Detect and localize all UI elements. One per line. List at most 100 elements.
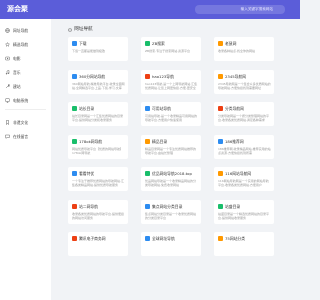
site-card[interactable]: 站盛目录 站盛目录是一个精选优质网站的目录平台,提供网站收录服务: [214, 199, 274, 224]
site-card[interactable]: 优品网站导航2018.top 优品网站导航是一个收录精品网站的分类导航网站,免费收…: [141, 167, 201, 191]
site-logo-icon: [145, 106, 150, 111]
site-card-title: 116网站导航网: [225, 171, 252, 176]
site-logo-icon: [218, 203, 223, 209]
tool-icon: [5, 83, 10, 88]
site-logo-icon: [145, 41, 150, 46]
site-card[interactable]: 186推荐网 186推荐网,收录精品网站,推荐实用的站点资源,方便快捷找到所需: [214, 134, 274, 159]
sidebar-divider: [5, 109, 46, 110]
sidebar-item-movie[interactable]: 电影: [0, 54, 51, 62]
site-card-title: 腾讯电子商务网: [79, 236, 106, 241]
site-card-description: 分类导航网是一个按分类整理网站的平台,收录各类优质网站,满足各种需求: [218, 114, 270, 123]
site-card-title: ZB搜索: [152, 41, 165, 46]
site-card-description: 站长目录网是一个汇集优质网站的目录平台,提供网站分类和收录服务: [72, 114, 124, 123]
site-card[interactable]: 站二网导航 收录各类优质网站的导航平台,提供便捷的网站访问服务: [68, 199, 128, 224]
search-placeholder: 输入关键字搜索网站: [240, 7, 273, 11]
site-card-title: 186推荐网: [225, 138, 244, 144]
chat-icon: [5, 134, 10, 139]
site-card-header: 全球网址导航: [145, 236, 199, 241]
site-card-description: ZB搜索,专注于搜索网站,资源平台: [145, 49, 191, 53]
site-card[interactable]: ZB搜索 ZB搜索,专注于搜索网站,资源平台: [141, 37, 201, 61]
site-card[interactable]: hao123导航 hao123导航,是一个上网导航网站,汇集优质网站,让您上网更快…: [141, 69, 201, 94]
sidebar: 网址导航 精选导航 电影 音乐 建站 电脑系统 非遗文化 在线留言: [0, 19, 51, 300]
globe-icon: [68, 28, 72, 32]
site-card[interactable]: 精品目录 精品目录网是一个专注优质网站推荐的导航平台,由站长整理: [141, 134, 201, 159]
music-icon: [5, 69, 10, 74]
site-card-title: 站二网导航: [79, 203, 98, 209]
sidebar-item-music[interactable]: 音乐: [0, 68, 51, 76]
site-card[interactable]: 集点网站分类目录集点网站分类目录是一个收录优质网站的分类目录平台: [141, 199, 201, 224]
site-card[interactable]: 老鼠网收录各种站点,找全你的网站: [214, 37, 274, 61]
site-card-description: 2345导航网是一个集合众多优质网站的导航网站,方便快捷找到需要网址: [218, 81, 271, 90]
site-card[interactable]: 站长目录站长目录网是一个汇集优质网站的目录平台,提供网站分类和收录服务: [68, 102, 128, 126]
site-card-description: 186推荐网,收录精品网站,推荐实用的站点资源,方便快捷找到所需: [218, 146, 271, 155]
site-card-description: 一个专注于推荐优质网站的导航网站,汇集各类精品网站,提供优质导航服务: [72, 179, 124, 188]
site-card[interactable]: 2345导航网 2345导航网是一个集合众多优质网站的导航网站,方便快捷找到需要网…: [214, 69, 274, 94]
site-card-description: 360网站导航,精准导航平台,收录全面网站,全网精选平台,上品,下载,学习,文库: [72, 81, 125, 90]
site-card-title: 2345导航网: [225, 73, 247, 79]
site-logo-icon: [145, 138, 150, 144]
site-card-description: 网站优质导航平台【优质的网站导航】178ok网导航: [72, 146, 124, 155]
site-card-header: 精品目录: [145, 138, 199, 144]
site-card-header: 优品网站导航2018.top: [145, 171, 199, 176]
sidebar-item-label: 在线留言: [13, 133, 29, 139]
site-card-description: 下载一直都是能做到极致: [72, 49, 106, 53]
site-card-title: 老鼠网: [225, 41, 237, 46]
sidebar-item-message[interactable]: 在线留言: [0, 132, 51, 140]
site-card-header: 116网站导航网: [218, 171, 272, 176]
site-logo-icon: [72, 106, 77, 111]
sidebar-item-label: 网址导航: [13, 27, 29, 33]
film-icon: [5, 56, 10, 60]
site-card[interactable]: 178ok网导航 网站优质导航平台【优质的网站导航】178ok网导航: [68, 134, 128, 159]
sidebar-item-label: 电影: [13, 55, 21, 61]
site-card-description: 集点网站分类目录是一个收录优质网站的分类目录平台: [145, 211, 197, 220]
site-card-title: hao123导航: [152, 73, 174, 79]
site-card-title: 集点网站分类目录: [152, 203, 183, 209]
site-logo[interactable]: 源会聚: [7, 5, 28, 14]
sidebar-item-featured[interactable]: 精选导航: [0, 40, 51, 48]
site-card-title: 全球网址导航: [152, 236, 175, 241]
top-bar: 源会聚 输入关键字搜索网站: [0, 0, 300, 19]
site-card[interactable]: 分类导航网分类导航网是一个按分类整理网站的平台,收录各类优质网站,满足各种需求: [214, 102, 274, 126]
site-logo-icon: [218, 138, 223, 144]
site-logo-icon: [145, 236, 150, 241]
site-card[interactable]: 腾讯电子商务网: [68, 232, 128, 256]
sidebar-item-label: 精选导航: [13, 41, 29, 47]
site-card-description: [72, 244, 125, 254]
sidebar-item-heritage[interactable]: 非遗文化: [0, 118, 51, 126]
site-logo-icon: [218, 41, 223, 46]
site-card-title: 站盛目录: [225, 203, 241, 209]
site-card-header: 看看特优: [72, 171, 126, 176]
site-card[interactable]: 下载下载一直都是能做到极致: [68, 37, 128, 61]
site-card-title: 优品网站导航2018.top: [152, 171, 192, 176]
site-card[interactable]: 可用站导航 可用站导航,是一个收录精品可用网站的导航平台,方便用户快速使用: [141, 102, 201, 126]
sidebar-item-system[interactable]: 电脑系统: [0, 96, 51, 104]
site-logo-icon: [72, 236, 77, 241]
site-card-header: 老鼠网: [218, 41, 272, 46]
site-card-header: 集点网站分类目录: [145, 203, 199, 209]
sidebar-item-nav[interactable]: 网址导航: [0, 26, 51, 34]
main-content: 网址导航 下载 下载一直都是能做到极致 ZB搜索 ZB搜索,专注于搜索网站,资源平台 老…: [60, 19, 298, 300]
site-card-title: 站长目录: [79, 106, 95, 111]
site-card[interactable]: 116网站导航网 116网站导航网是一个实用的网站导航平台,收录各类优质网站,方便…: [214, 167, 274, 191]
site-card-header: 2345导航网: [218, 73, 272, 79]
site-card[interactable]: 75网站分类: [214, 232, 274, 256]
site-card-title: 分类导航网: [225, 106, 244, 111]
sidebar-item-build[interactable]: 建站: [0, 82, 51, 90]
site-logo-icon: [72, 138, 77, 144]
site-card-description: 收录各种站点,找全你的网站: [218, 49, 255, 53]
globe-icon: [5, 27, 10, 33]
site-logo-icon: [218, 73, 223, 79]
site-logo-icon: [72, 41, 77, 46]
site-card-title: 360分网站导航: [79, 73, 106, 79]
site-card-description: hao123导航,是一个上网导航网站,汇集优质网站,让您上网更快捷,方便,更安全: [145, 81, 198, 90]
site-card[interactable]: 360分网站导航 360网站导航,精准导航平台,收录全面网站,全网精选平台,上品,…: [68, 69, 128, 94]
site-card[interactable]: 看看特优一个专注于推荐优质网站的导航网站,汇集各类精品网站,提供优质导航服务: [68, 167, 128, 191]
site-card-title: 下载: [79, 41, 87, 46]
site-logo-icon: [218, 106, 223, 111]
site-logo-icon: [218, 236, 223, 241]
site-card-header: 分类导航网: [218, 106, 272, 111]
site-card-header: 站盛目录: [218, 203, 272, 209]
site-card-description: [218, 244, 271, 254]
search-input[interactable]: 输入关键字搜索网站: [195, 5, 285, 14]
site-card[interactable]: 全球网址导航: [141, 232, 201, 256]
